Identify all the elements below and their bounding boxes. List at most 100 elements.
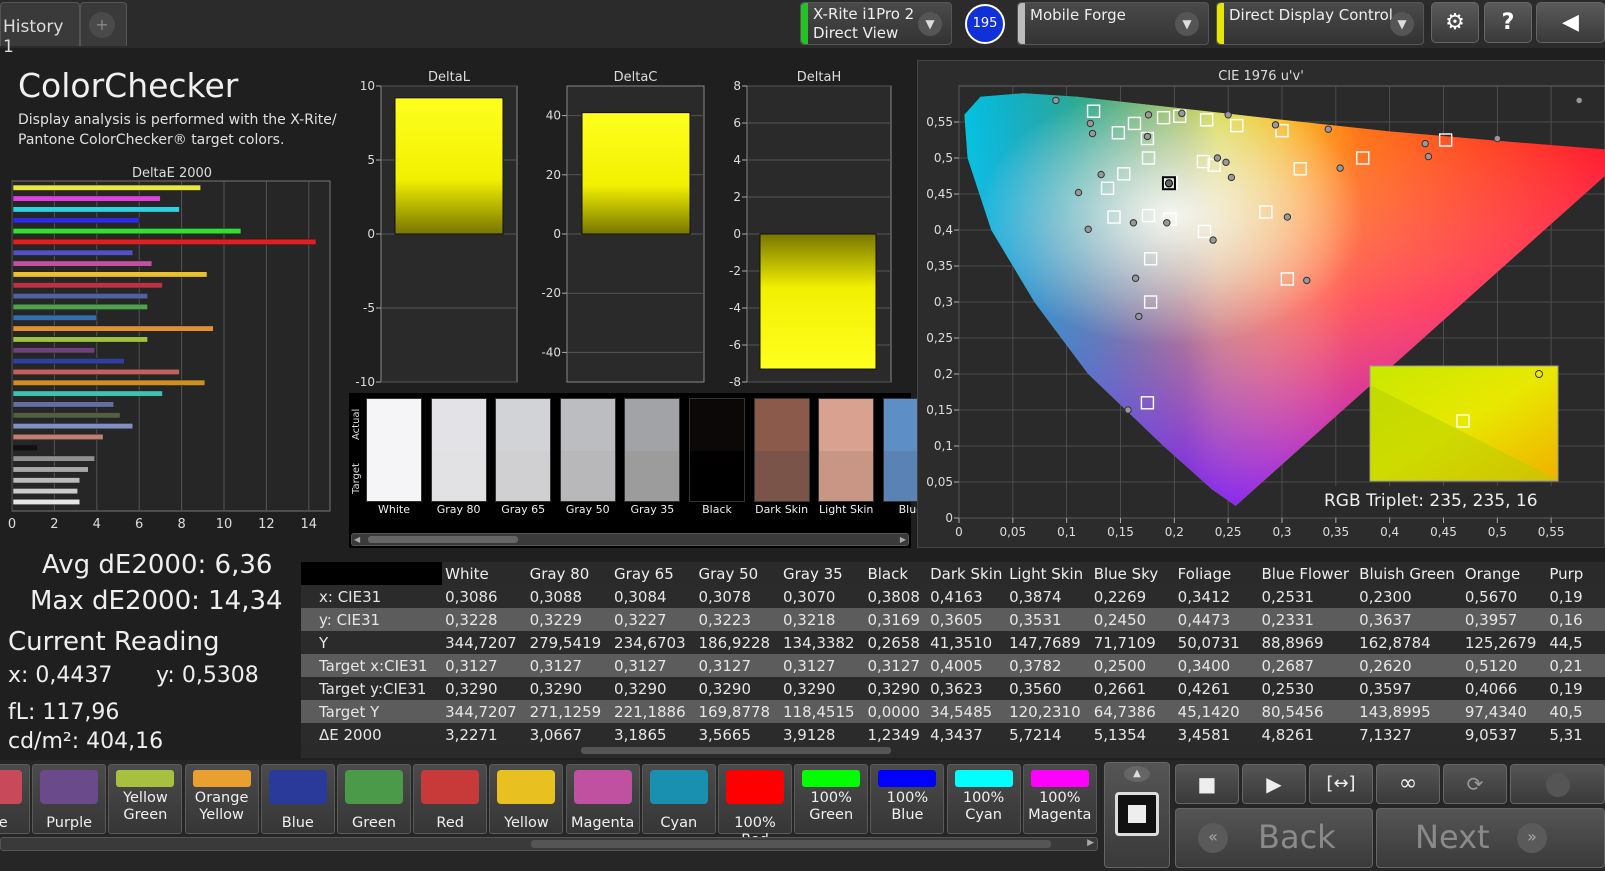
cie-x-tick-label: 0,1 [1057, 525, 1076, 539]
fl-reading: fL: 117,96 [8, 700, 120, 725]
table-cell: 0,3290 [526, 677, 612, 700]
meter-dropdown[interactable]: X-Rite i1Pro 2 Direct View ▼ [800, 2, 952, 45]
delta-e-bar [12, 282, 163, 289]
table-scrollbar-thumb[interactable] [581, 747, 891, 754]
patch-button[interactable]: 100% Magenta [1022, 764, 1097, 834]
patch-button[interactable]: 100% Green [794, 764, 869, 834]
table-cell: 3,0667 [526, 723, 612, 746]
double-chevron-left-icon: « [1198, 823, 1228, 853]
patch-button[interactable]: 100% Blue [870, 764, 945, 834]
lch-tick-label: 10 [360, 79, 375, 93]
actual-point [1143, 132, 1152, 141]
delta-e-bar [12, 444, 38, 451]
table-cell: 0,4163 [927, 585, 1007, 608]
profile-dropdown[interactable]: Mobile Forge ▼ [1017, 2, 1209, 45]
table-cell: 9,0537 [1461, 723, 1547, 746]
patch-color-swatch [726, 770, 784, 804]
record-button[interactable] [1510, 764, 1605, 804]
stop-button[interactable]: ■ [1175, 764, 1239, 804]
plus-icon: + [89, 12, 115, 38]
actual-point [1124, 406, 1132, 414]
actual-point [1084, 225, 1092, 233]
tab-history-1[interactable]: History 1 [0, 2, 80, 57]
table-row: x: CIE31 0,3086 0,3088 0,3084 0,3078 0,3070 0,… [301, 585, 1605, 608]
patch-button-label: Yellow [504, 815, 549, 831]
table-cell: 0,3227 [611, 608, 696, 631]
delta-e-bar [12, 466, 89, 473]
patch-buttons-scrollbar-thumb[interactable] [531, 840, 1051, 848]
bottom-bar: rate Purple YellowGreenOrangeYellowBlueGre… [0, 760, 1605, 871]
cie-x-tick-label: 0,05 [999, 525, 1026, 539]
cie-y-tick-label: 0,35 [926, 259, 953, 273]
page-description: Display analysis is performed with the X… [18, 112, 337, 148]
column-header: Orange [1461, 562, 1547, 585]
table-cell: 0,3088 [526, 585, 612, 608]
table-cell: 45,1420 [1174, 700, 1259, 723]
patch-button[interactable]: Green [337, 764, 411, 834]
patch-color-swatch [40, 770, 99, 804]
next-button[interactable]: Next » [1376, 808, 1605, 868]
cie-x-tick-label: 0,4 [1380, 525, 1399, 539]
add-tab-button[interactable]: + [80, 2, 127, 46]
patch-swatch [495, 398, 552, 502]
scrollbar-thumb[interactable] [368, 536, 518, 543]
delta-lch-charts: DeltaL1050-5-10DeltaC40200-20-40DeltaH86… [355, 70, 892, 389]
table-cell: 118,4515 [779, 700, 865, 723]
stop-measure-button[interactable]: ▲ [1104, 762, 1170, 868]
patch-color-swatch [0, 770, 22, 804]
table-cell: 0,3169 [864, 608, 928, 631]
cie-y-tick-label: 0,25 [926, 331, 953, 345]
table-cell: 0,2661 [1090, 677, 1175, 700]
patch-button[interactable]: Red [413, 764, 488, 834]
table-scrollbar[interactable] [301, 744, 1605, 757]
back-arrow-button[interactable]: ◀ [1536, 2, 1605, 43]
patch-button-label: Purple [46, 815, 93, 831]
table-cell: 344,7207 [442, 631, 527, 654]
cie-chart-title: CIE 1976 u'v' [1218, 69, 1304, 84]
patch-button[interactable]: Cyan [641, 764, 716, 834]
table-cell: 169,8778 [695, 700, 780, 723]
patch-button[interactable]: Purple [32, 764, 107, 834]
patch-button[interactable]: 100% Cyan [946, 764, 1021, 834]
patch-scrollbar[interactable]: ◀ ▶ [351, 533, 909, 546]
settings-button[interactable]: ⚙ [1431, 2, 1479, 43]
cie-y-tick-label: 0 [945, 511, 953, 525]
patch-button[interactable]: Magenta [565, 764, 640, 834]
workflow-dropdown[interactable]: Direct Display Control ▼ [1216, 2, 1424, 45]
table-cell: 97,4340 [1461, 700, 1547, 723]
measurement-table: White Gray 80 Gray 65 Gray 50 Gray 35 Black Da… [301, 562, 1605, 758]
continuous-button[interactable]: ∞ [1376, 764, 1440, 804]
cie-x-tick-label: 0,55 [1538, 525, 1565, 539]
refresh-button[interactable]: ⟳ [1443, 764, 1507, 804]
delta-e-bar [12, 488, 79, 495]
patch-color-swatch [573, 770, 632, 804]
patch-buttons-scrollbar[interactable]: ▶ [0, 837, 1098, 851]
single-measure-button[interactable]: [↔] [1309, 764, 1373, 804]
column-header: Light Skin [1006, 562, 1091, 585]
table-cell: 88,8969 [1258, 631, 1357, 654]
pattern-generator-badge[interactable]: 195 [965, 4, 1005, 44]
scroll-right-icon: ▶ [1087, 838, 1094, 848]
patch-button[interactable]: Orange Yellow [184, 764, 259, 834]
patch-button-label: Cyan [660, 815, 698, 831]
patch-button[interactable]: Yellow Green [108, 764, 183, 834]
arrow-left-icon: ◀ [1562, 10, 1579, 35]
play-button[interactable]: ▶ [1242, 764, 1306, 804]
patch-button[interactable]: Blue [260, 764, 335, 834]
patch-button-label-2: Yellow [199, 807, 244, 823]
patch-button-label-1: Yellow [123, 790, 168, 806]
delta-e-bar [12, 271, 208, 278]
chevron-down-icon: ▼ [918, 12, 942, 36]
back-button[interactable]: « Back [1175, 808, 1373, 868]
delta-e-bar [12, 238, 317, 245]
badge-value: 195 [972, 16, 998, 31]
table-cell: 0,4261 [1174, 677, 1259, 700]
patch-button[interactable]: 100% Red [718, 764, 792, 848]
table-cell: 0,2300 [1356, 585, 1462, 608]
patch-button[interactable]: Yellow [489, 764, 564, 834]
table-cell: 0,2331 [1258, 608, 1357, 631]
lch-tick-label: 0 [553, 227, 561, 241]
patch-button[interactable]: rate [0, 764, 30, 834]
target-label: Target [351, 463, 362, 495]
help-button[interactable]: ? [1484, 2, 1532, 43]
